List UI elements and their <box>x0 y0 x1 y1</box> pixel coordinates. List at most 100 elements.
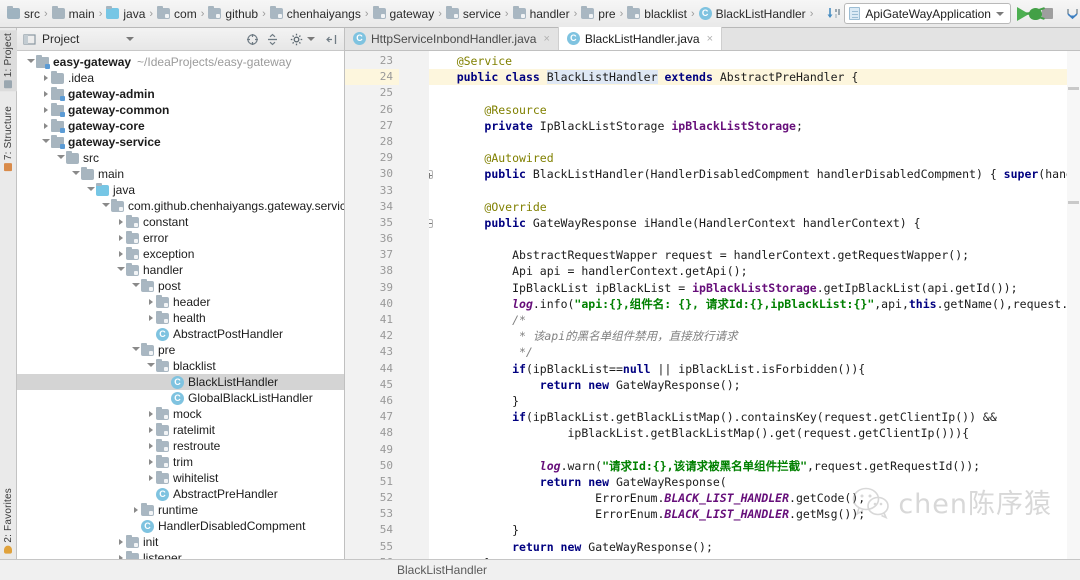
tree-node[interactable]: gateway-core <box>17 118 344 134</box>
tree-node[interactable]: gateway-common <box>17 102 344 118</box>
breadcrumb-item-blacklist[interactable]: blacklist <box>624 3 690 25</box>
fold-gutter[interactable] <box>399 51 429 559</box>
tree-node[interactable]: C AbstractPostHandler <box>17 326 344 342</box>
code-token: return new <box>512 539 589 554</box>
tree-node[interactable]: header <box>17 294 344 310</box>
run-configuration-selector[interactable]: ApiGateWayApplication <box>844 3 1011 24</box>
tree-node[interactable]: com.github.chenhaiyangs.gateway.servic <box>17 198 344 214</box>
tree-node[interactable]: C HandlerDisabledCompment <box>17 518 344 534</box>
settings-gear-icon[interactable] <box>289 32 304 47</box>
breadcrumb-item-github[interactable]: github <box>205 3 261 25</box>
tree-node[interactable]: init <box>17 534 344 550</box>
chevron-down-icon[interactable] <box>115 262 126 278</box>
tree-node[interactable]: handler <box>17 262 344 278</box>
breadcrumb-item-chenhaiyangs[interactable]: chenhaiyangs <box>267 3 364 25</box>
chevron-down-icon[interactable] <box>100 198 111 214</box>
breadcrumb-item-java[interactable]: java <box>103 3 148 25</box>
chevron-right-icon[interactable] <box>145 470 156 486</box>
class-icon: C <box>156 487 169 501</box>
breadcrumb-item-blacklisthandler[interactable]: C BlackListHandler <box>696 3 809 25</box>
close-icon[interactable]: × <box>543 33 549 45</box>
debug-button[interactable] <box>1028 3 1042 25</box>
chevron-down-icon[interactable] <box>85 182 96 198</box>
chevron-right-icon[interactable] <box>115 246 126 262</box>
tree-node[interactable]: java <box>17 182 344 198</box>
editor-tab[interactable]: C HttpServiceInbondHandler.java × <box>345 27 559 50</box>
tree-node[interactable]: health <box>17 310 344 326</box>
settings-chevron-down-icon[interactable] <box>307 37 315 41</box>
chevron-down-icon[interactable] <box>130 278 141 294</box>
editor-tab-active[interactable]: C BlackListHandler.java × <box>558 27 723 50</box>
chevron-right-icon[interactable] <box>145 422 156 438</box>
chevron-right-icon[interactable] <box>40 70 51 86</box>
breadcrumb-item-com[interactable]: com <box>154 3 200 25</box>
chevron-right-icon[interactable] <box>145 438 156 454</box>
tree-node[interactable]: C AbstractPreHandler <box>17 486 344 502</box>
chevron-right-icon[interactable] <box>145 310 156 326</box>
chevron-right-icon[interactable] <box>115 534 126 550</box>
chevron-right-icon[interactable] <box>115 214 126 230</box>
tree-node[interactable]: gateway-admin <box>17 86 344 102</box>
tree-node[interactable]: gateway-service <box>17 134 344 150</box>
tree-node[interactable]: constant <box>17 214 344 230</box>
chevron-down-icon[interactable] <box>145 358 156 374</box>
tree-node[interactable]: trim <box>17 454 344 470</box>
breadcrumb-item-service[interactable]: service <box>443 3 504 25</box>
breadcrumb-item-src[interactable]: src <box>4 3 43 25</box>
tree-node[interactable]: listener <box>17 550 344 559</box>
chevron-right-icon[interactable] <box>145 294 156 310</box>
chevron-down-icon[interactable] <box>40 134 51 150</box>
chevron-right-icon[interactable] <box>145 454 156 470</box>
tree-node[interactable]: mock <box>17 406 344 422</box>
chevron-down-icon[interactable] <box>55 150 66 166</box>
tree-node[interactable]: runtime <box>17 502 344 518</box>
tree-node[interactable]: easy-gateway ~/IdeaProjects/easy-gateway <box>17 54 344 70</box>
tree-node[interactable]: restroute <box>17 438 344 454</box>
rail-item-project[interactable]: 1: Project <box>0 30 17 92</box>
tree-node[interactable]: pre <box>17 342 344 358</box>
breadcrumb-item-main[interactable]: main <box>49 3 98 25</box>
code-viewport[interactable]: 23 24 25 26 27 28 29 30 33 34 35 36 37 38 39 40 41 42 43 44… <box>345 51 1080 559</box>
vcs-update-button[interactable] <box>1065 3 1080 25</box>
chevron-down-icon[interactable] <box>130 342 141 358</box>
project-tree[interactable]: easy-gateway ~/IdeaProjects/easy-gateway.… <box>17 51 344 559</box>
tree-node[interactable]: exception <box>17 246 344 262</box>
class-icon: C <box>156 327 169 341</box>
chevron-right-icon[interactable] <box>40 102 51 118</box>
tree-node[interactable]: wihitelist <box>17 470 344 486</box>
tree-node[interactable]: C GlobalBlackListHandler <box>17 390 344 406</box>
chevron-down-icon[interactable] <box>25 54 36 70</box>
chevron-right-icon[interactable] <box>40 86 51 102</box>
hide-panel-icon[interactable] <box>324 32 339 47</box>
tree-node-label: trim <box>173 455 193 469</box>
rail-item-favorites[interactable]: 2: Favorites <box>0 485 17 557</box>
collapse-all-icon[interactable] <box>265 32 280 47</box>
breadcrumb-item-pre[interactable]: pre <box>578 3 618 25</box>
tree-node[interactable]: post <box>17 278 344 294</box>
tree-node[interactable]: blacklist <box>17 358 344 374</box>
chevron-right-icon[interactable] <box>145 406 156 422</box>
breadcrumb-item-handler[interactable]: handler <box>510 3 573 25</box>
code-line: return new GateWayResponse(); <box>429 377 1080 393</box>
close-icon[interactable]: × <box>707 33 713 45</box>
code-token: GateWayResponse(); <box>615 377 741 392</box>
editor-tabs[interactable]: C HttpServiceInbondHandler.java × C BlackLis… <box>345 27 1080 51</box>
tree-node[interactable]: error <box>17 230 344 246</box>
tree-node[interactable]: ratelimit <box>17 422 344 438</box>
tree-node[interactable]: main <box>17 166 344 182</box>
chevron-down-icon[interactable] <box>70 166 81 182</box>
tree-node[interactable]: src <box>17 150 344 166</box>
tree-node-selected[interactable]: C BlackListHandler <box>17 374 344 390</box>
scroll-from-source-icon[interactable] <box>245 32 260 47</box>
chevron-right-icon[interactable] <box>115 550 126 559</box>
breadcrumb-item-gateway[interactable]: gateway <box>370 3 438 25</box>
code-text[interactable]: @Service public class BlackListHandler e… <box>429 51 1080 559</box>
chevron-right-icon[interactable] <box>130 502 141 518</box>
tree-node[interactable]: .idea <box>17 70 344 86</box>
chevron-right-icon[interactable] <box>40 118 51 134</box>
rail-item-structure[interactable]: 7: Structure <box>0 103 17 174</box>
editor-vertical-scrollbar[interactable] <box>1067 51 1080 559</box>
project-view-chevron-down-icon[interactable] <box>126 37 135 41</box>
select-run-target-icon[interactable] <box>826 3 842 25</box>
chevron-right-icon[interactable] <box>115 230 126 246</box>
